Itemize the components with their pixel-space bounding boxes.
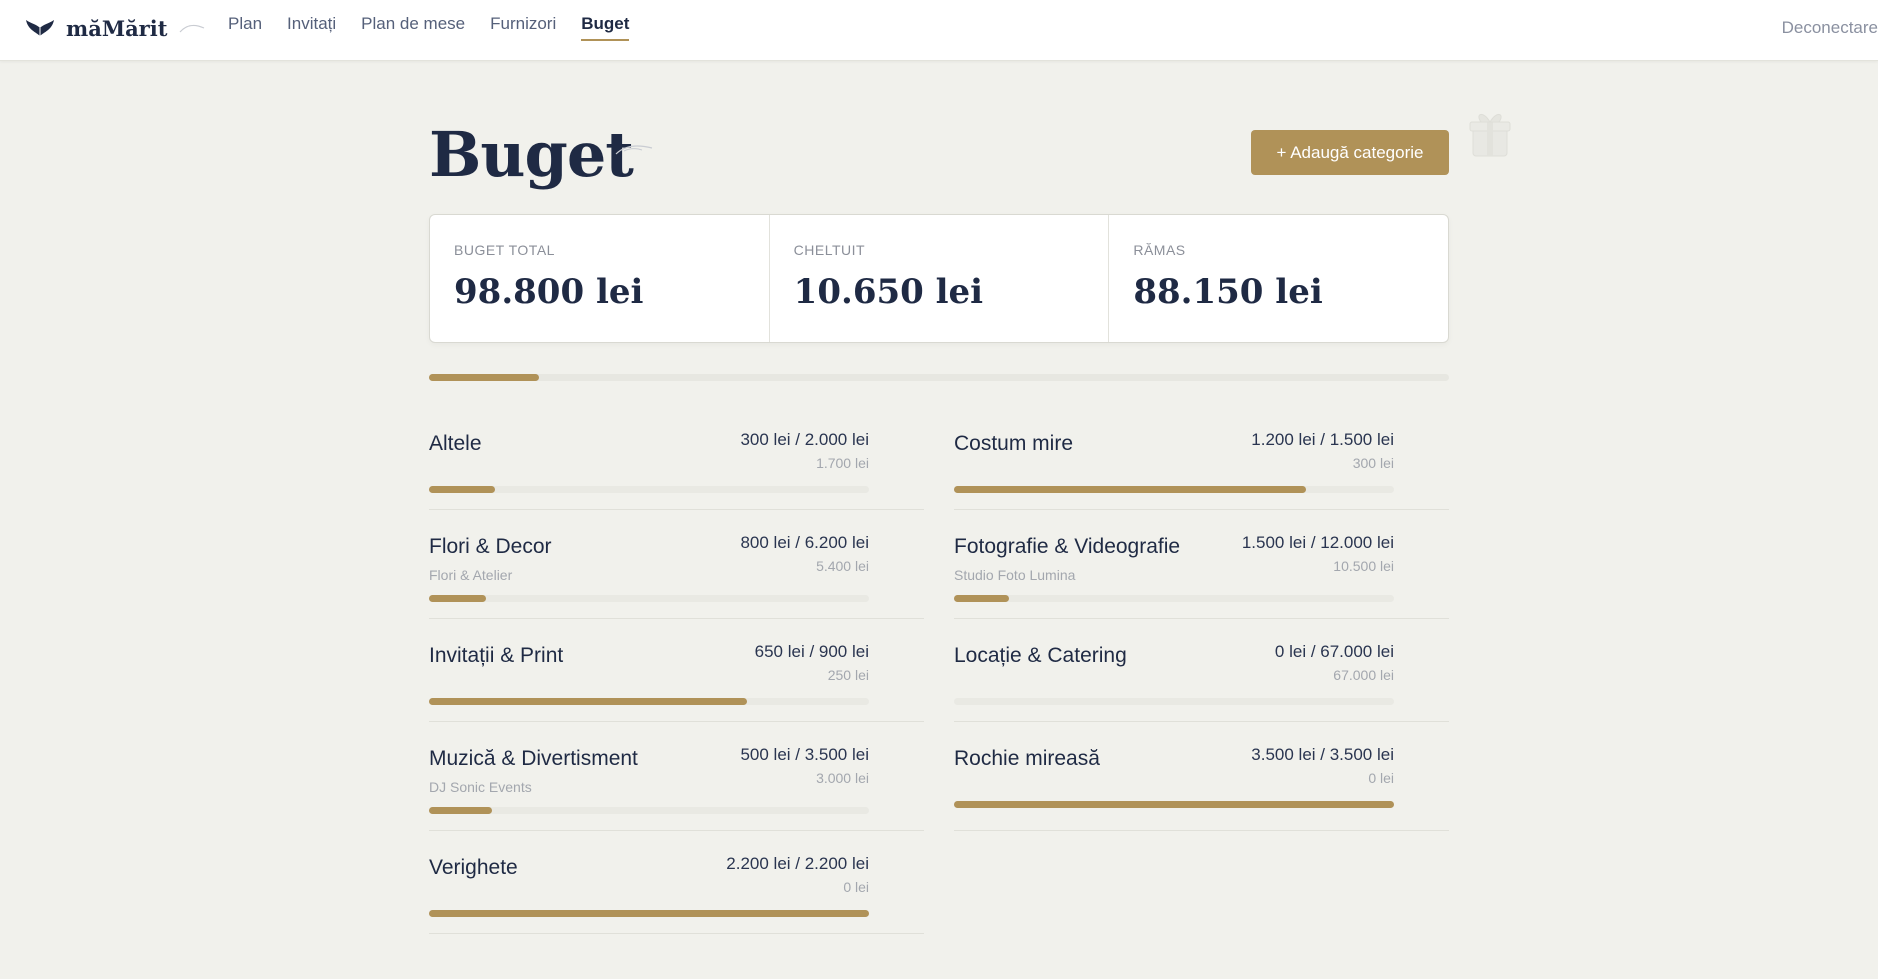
category-item[interactable]: Costum mire 1.200 lei / 1.500 lei 300 le… bbox=[954, 410, 1449, 510]
logo[interactable]: măMărit bbox=[24, 12, 205, 44]
category-vendor: Flori & Atelier bbox=[429, 567, 513, 583]
category-amount: 1.200 lei / 1.500 lei bbox=[1251, 430, 1394, 449]
stat-value: 98.800 lei bbox=[454, 272, 644, 312]
category-progress-fill bbox=[429, 807, 492, 814]
category-amount: 1.500 lei / 12.000 lei bbox=[1241, 533, 1394, 552]
category-progress-fill bbox=[429, 910, 869, 917]
category-progress-fill bbox=[954, 486, 1306, 493]
wings-heart-icon bbox=[26, 20, 54, 36]
overall-progress-fill bbox=[429, 374, 540, 381]
category-vendor: DJ Sonic Events bbox=[429, 779, 532, 795]
category-amount: 2.200 lei / 2.200 lei bbox=[726, 854, 869, 873]
category-item[interactable]: Muzică & Divertisment DJ Sonic Events 50… bbox=[429, 725, 924, 831]
category-progress-fill bbox=[429, 698, 747, 705]
nav-invitati[interactable]: Invitați bbox=[287, 14, 336, 41]
flourish-icon bbox=[179, 24, 205, 33]
nav-furnizori[interactable]: Furnizori bbox=[490, 14, 556, 41]
nav-buget[interactable]: Buget bbox=[581, 14, 630, 41]
add-category-button[interactable]: + Adaugă categorie bbox=[1251, 130, 1449, 175]
category-name: Altele bbox=[429, 432, 482, 455]
page-title: Buget bbox=[429, 118, 634, 191]
category-name: Muzică & Divertisment bbox=[429, 747, 638, 770]
category-progress-bar bbox=[954, 595, 1394, 602]
category-item[interactable]: Altele 300 lei / 2.000 lei 1.700 lei bbox=[429, 410, 924, 510]
category-name: Flori & Decor bbox=[429, 535, 552, 558]
category-progress-bar bbox=[429, 910, 869, 917]
category-progress-bar bbox=[429, 698, 869, 705]
category-progress-fill bbox=[954, 801, 1394, 808]
budget-summary: BUGET TOTAL 98.800 lei CHELTUIT 10.650 l… bbox=[429, 214, 1449, 343]
category-item[interactable]: Invitații & Print 650 lei / 900 lei 250 … bbox=[429, 622, 924, 722]
top-nav: măMărit Plan Invitați Plan de mese Furni… bbox=[0, 0, 1878, 61]
category-remaining: 1.700 lei bbox=[816, 455, 869, 471]
category-remaining: 10.500 lei bbox=[1333, 558, 1394, 574]
category-amount: 300 lei / 2.000 lei bbox=[740, 430, 869, 449]
category-amount: 500 lei / 3.500 lei bbox=[740, 745, 869, 764]
category-name: Verighete bbox=[429, 856, 518, 879]
category-name: Costum mire bbox=[954, 432, 1074, 455]
category-progress-bar bbox=[954, 486, 1394, 493]
category-name: Rochie mireasă bbox=[954, 747, 1100, 770]
category-amount: 0 lei / 67.000 lei bbox=[1274, 642, 1394, 661]
category-item[interactable]: Locație & Catering 0 lei / 67.000 lei 67… bbox=[954, 622, 1449, 722]
category-item[interactable]: Rochie mireasă 3.500 lei / 3.500 lei 0 l… bbox=[954, 725, 1449, 831]
category-remaining: 0 lei bbox=[843, 879, 869, 895]
category-remaining: 300 lei bbox=[1352, 455, 1394, 471]
stat-remaining: RĂMAS 88.150 lei bbox=[1109, 215, 1448, 342]
category-name: Locație & Catering bbox=[954, 644, 1127, 667]
category-item[interactable]: Flori & Decor Flori & Atelier 800 lei / … bbox=[429, 513, 924, 619]
category-progress-bar bbox=[429, 486, 869, 493]
stat-value: 88.150 lei bbox=[1133, 272, 1323, 312]
flourish-icon bbox=[615, 145, 653, 155]
nav-plan-de-mese[interactable]: Plan de mese bbox=[361, 14, 465, 41]
category-progress-fill bbox=[954, 595, 1009, 602]
category-progress-bar bbox=[429, 595, 869, 602]
category-item[interactable]: Fotografie & Videografie Studio Foto Lum… bbox=[954, 513, 1449, 619]
category-progress-bar bbox=[954, 801, 1394, 808]
logo-text: măMărit bbox=[66, 15, 168, 41]
category-progress-bar bbox=[954, 698, 1394, 705]
gift-icon bbox=[1469, 114, 1511, 157]
nav-plan[interactable]: Plan bbox=[228, 14, 262, 41]
nav-links: Plan Invitați Plan de mese Furnizori Bug… bbox=[228, 14, 630, 41]
category-item[interactable]: Verighete 2.200 lei / 2.200 lei 0 lei bbox=[429, 834, 924, 934]
category-remaining: 67.000 lei bbox=[1333, 667, 1394, 683]
category-amount: 3.500 lei / 3.500 lei bbox=[1251, 745, 1394, 764]
category-progress-bar bbox=[429, 807, 869, 814]
category-name: Fotografie & Videografie bbox=[954, 535, 1181, 558]
stat-label: RĂMAS bbox=[1133, 242, 1186, 258]
stat-label: BUGET TOTAL bbox=[454, 242, 555, 258]
category-progress-fill bbox=[429, 595, 486, 602]
category-name: Invitații & Print bbox=[429, 644, 564, 667]
category-amount: 800 lei / 6.200 lei bbox=[740, 533, 869, 552]
category-amount: 650 lei / 900 lei bbox=[754, 642, 869, 661]
category-remaining: 5.400 lei bbox=[816, 558, 869, 574]
category-progress-fill bbox=[429, 486, 495, 493]
category-remaining: 0 lei bbox=[1368, 770, 1394, 786]
logout-link[interactable]: Deconectare bbox=[1782, 18, 1878, 38]
category-vendor: Studio Foto Lumina bbox=[954, 567, 1076, 583]
stat-label: CHELTUIT bbox=[793, 242, 866, 258]
category-remaining: 3.000 lei bbox=[816, 770, 869, 786]
stat-total: BUGET TOTAL 98.800 lei bbox=[430, 215, 770, 342]
overall-progress-bar bbox=[429, 374, 1449, 381]
stat-value: 10.650 lei bbox=[793, 272, 984, 312]
stat-spent: CHELTUIT 10.650 lei bbox=[770, 215, 1110, 342]
category-remaining: 250 lei bbox=[827, 667, 869, 683]
